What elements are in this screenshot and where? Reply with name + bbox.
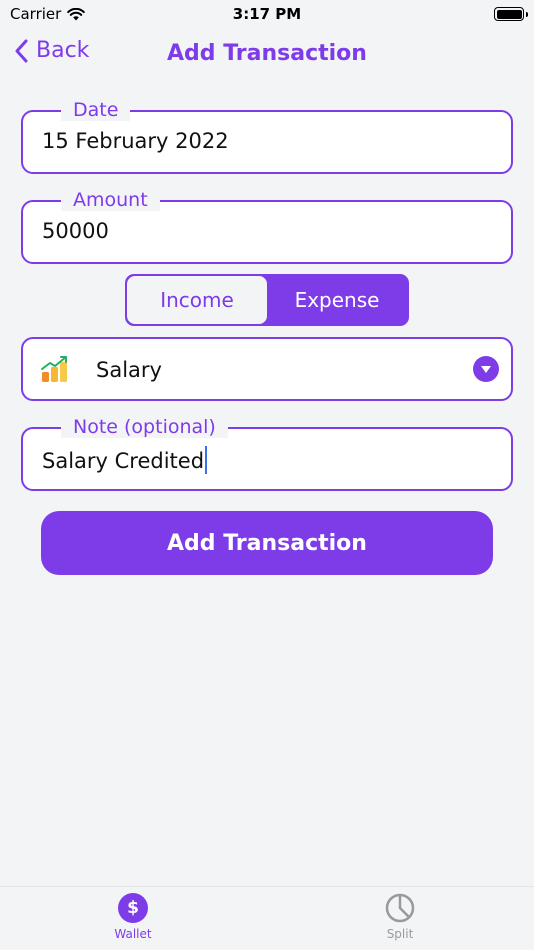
amount-field[interactable]: Amount 50000 [21,189,513,264]
date-field-label: Date [61,99,131,121]
note-value: Salary Credited [42,446,208,474]
pie-chart-icon [385,893,415,923]
expense-segment[interactable]: Expense [267,276,407,324]
note-field[interactable]: Note (optional) Salary Credited [21,416,513,491]
tab-bar: $ Wallet Split [0,886,534,950]
transaction-type-toggle: Income Expense [125,274,409,326]
dollar-icon: $ [118,893,148,923]
navigation-bar: Back Add Transaction [0,34,534,74]
note-text: Salary Credited [42,449,205,473]
category-value: Salary [96,358,162,382]
tab-wallet[interactable]: $ Wallet [93,893,173,941]
tab-split-label: Split [386,927,414,941]
growth-chart-icon [41,356,67,382]
amount-field-label: Amount [61,189,160,211]
amount-value: 50000 [42,219,109,243]
tab-wallet-label: Wallet [114,927,152,941]
status-bar: Carrier 3:17 PM [0,0,534,30]
battery-icon [494,7,528,21]
clock: 3:17 PM [232,5,302,23]
dropdown-toggle[interactable] [473,356,499,382]
add-transaction-button[interactable]: Add Transaction [41,511,493,575]
tab-split[interactable]: Split [360,893,440,941]
income-segment[interactable]: Income [127,276,267,324]
page-title: Add Transaction [167,41,367,66]
category-dropdown[interactable]: Salary [21,337,513,401]
chevron-down-icon [481,366,491,373]
note-field-label: Note (optional) [61,416,228,438]
date-value: 15 February 2022 [42,129,229,153]
date-field[interactable]: Date 15 February 2022 [21,99,513,174]
text-cursor [205,446,208,474]
